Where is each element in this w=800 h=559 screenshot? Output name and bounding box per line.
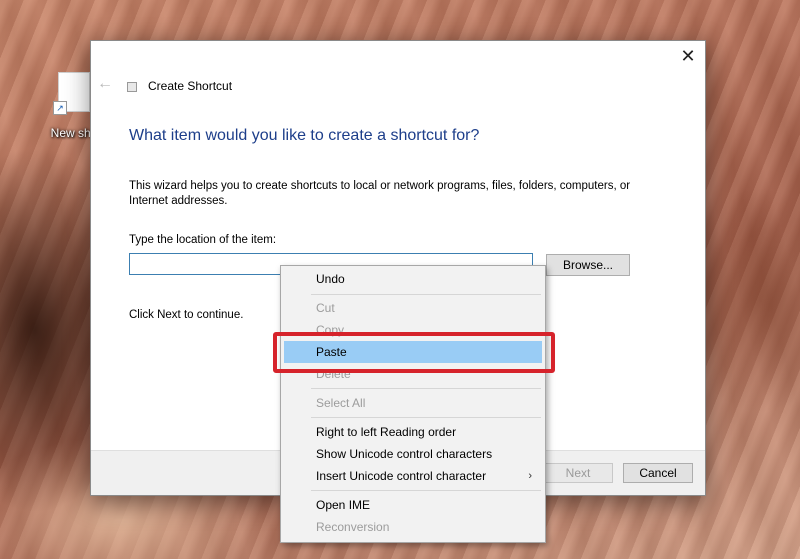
browse-button[interactable]: Browse...: [546, 254, 630, 276]
location-label: Type the location of the item:: [129, 234, 277, 246]
menu-item-open-ime[interactable]: Open IME: [284, 494, 542, 516]
page-heading: What item would you like to create a sho…: [129, 127, 480, 144]
menu-separator: [311, 388, 541, 389]
menu-item-undo[interactable]: Undo: [284, 268, 542, 290]
next-button[interactable]: Next: [543, 463, 613, 483]
chevron-right-icon: ›: [528, 470, 532, 482]
document-icon: ↗: [53, 72, 90, 115]
menu-item-reconversion[interactable]: Reconversion: [284, 516, 542, 538]
menu-separator: [311, 417, 541, 418]
shortcut-arrow-icon: ↗: [53, 101, 67, 115]
menu-item-show-unicode[interactable]: Show Unicode control characters: [284, 443, 542, 465]
highlight-annotation-box: [273, 332, 555, 373]
menu-item-select-all[interactable]: Select All: [284, 392, 542, 414]
wizard-description: This wizard helps you to create shortcut…: [129, 180, 631, 207]
menu-separator: [311, 294, 541, 295]
menu-item-cut[interactable]: Cut: [284, 297, 542, 319]
continue-hint: Click Next to continue.: [129, 309, 244, 321]
menu-item-insert-unicode-label: Insert Unicode control character: [316, 469, 487, 483]
wizard-header: ← Create Shortcut: [91, 71, 705, 101]
back-arrow-icon[interactable]: ←: [97, 75, 113, 93]
wizard-icon: [127, 82, 137, 92]
close-button[interactable]: ✕: [671, 41, 705, 71]
context-menu: Undo Cut Copy Paste Delete Select All Ri…: [280, 265, 546, 543]
menu-item-rtl-reading-order[interactable]: Right to left Reading order: [284, 421, 542, 443]
menu-item-insert-unicode[interactable]: Insert Unicode control character ›: [284, 465, 542, 487]
cancel-button[interactable]: Cancel: [623, 463, 693, 483]
wizard-title: Create Shortcut: [148, 79, 233, 93]
menu-separator: [311, 490, 541, 491]
